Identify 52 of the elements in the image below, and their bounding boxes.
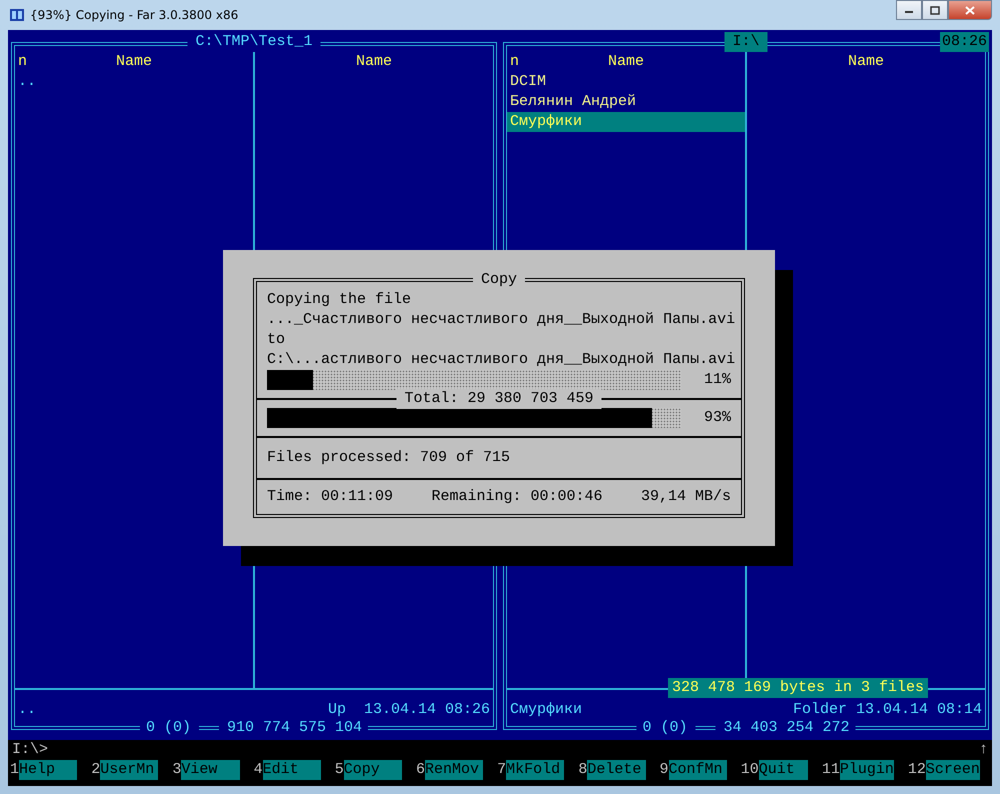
current-file-name: Смурфики <box>510 700 582 720</box>
maximize-button[interactable] <box>922 0 948 20</box>
close-icon <box>965 6 975 14</box>
column-header[interactable]: n <box>18 52 28 72</box>
to-label: to <box>267 330 286 350</box>
file-item[interactable]: Белянин Андрей <box>507 92 745 112</box>
function-key-button[interactable]: UserMn <box>100 760 158 780</box>
function-key-button[interactable]: Edit <box>262 760 321 780</box>
file-item[interactable]: DCIM <box>507 72 745 92</box>
file-item[interactable]: Смурфики <box>507 112 745 132</box>
function-key-button[interactable]: Screen <box>926 760 980 780</box>
function-key-button[interactable]: Copy <box>344 760 402 780</box>
column-header[interactable]: Name <box>848 52 884 72</box>
copy-label: Copying the file <box>267 290 412 310</box>
column-header[interactable]: Name <box>116 52 152 72</box>
selected-count: 0 (0) <box>642 718 688 738</box>
current-file-name: .. <box>18 700 36 720</box>
selection-summary: 328 478 169 bytes in 3 files <box>668 678 928 698</box>
progress-percent: 11% <box>702 370 731 390</box>
elapsed-time: Time: 00:11:09 <box>267 487 394 507</box>
column-header[interactable]: Name <box>356 52 392 72</box>
function-key-button[interactable]: Plugin <box>840 760 894 780</box>
function-key-button[interactable]: RenMov <box>424 760 484 780</box>
copy-speed: 39,14 MB/s <box>640 487 731 507</box>
minimize-button[interactable] <box>896 0 922 20</box>
function-key-button[interactable]: Quit <box>758 760 808 780</box>
maximize-icon <box>930 6 940 14</box>
panels-icon <box>10 8 24 22</box>
column-header[interactable]: Name <box>608 52 644 72</box>
function-key-button[interactable]: View <box>181 760 240 780</box>
close-button[interactable] <box>948 0 992 20</box>
file-details: Up 13.04.14 08:26 <box>328 700 490 720</box>
free-space: 34 403 254 272 <box>724 718 850 738</box>
panel-path: I:\ <box>724 32 768 52</box>
window-title: {93%} Copying - Far 3.0.3800 x86 <box>30 8 240 22</box>
column-header[interactable]: n <box>510 52 520 72</box>
remaining-time: Remaining: 00:00:46 <box>431 487 603 507</box>
file-details: Folder 13.04.14 08:14 <box>792 700 982 720</box>
command-prompt[interactable]: I:\> <box>12 740 48 760</box>
scroll-mark: ↑ <box>978 740 988 760</box>
function-key-button[interactable]: ConfMn <box>668 760 727 780</box>
progress-percent: 93% <box>702 408 731 428</box>
free-space: 910 774 575 104 <box>227 718 362 738</box>
function-key-button[interactable]: Delete <box>587 760 646 780</box>
file-item[interactable]: .. <box>15 72 253 92</box>
selected-count: 0 (0) <box>146 718 191 738</box>
panel-path: C:\TMP\Test_1 <box>187 32 321 52</box>
clock: 08:26 <box>940 32 989 52</box>
function-key-button[interactable]: Help <box>19 760 78 780</box>
total-size: Total: 29 380 703 459 <box>396 389 602 409</box>
function-key-button[interactable]: MkFold <box>506 760 564 780</box>
files-processed: Files processed: 709 of 715 <box>267 448 512 468</box>
